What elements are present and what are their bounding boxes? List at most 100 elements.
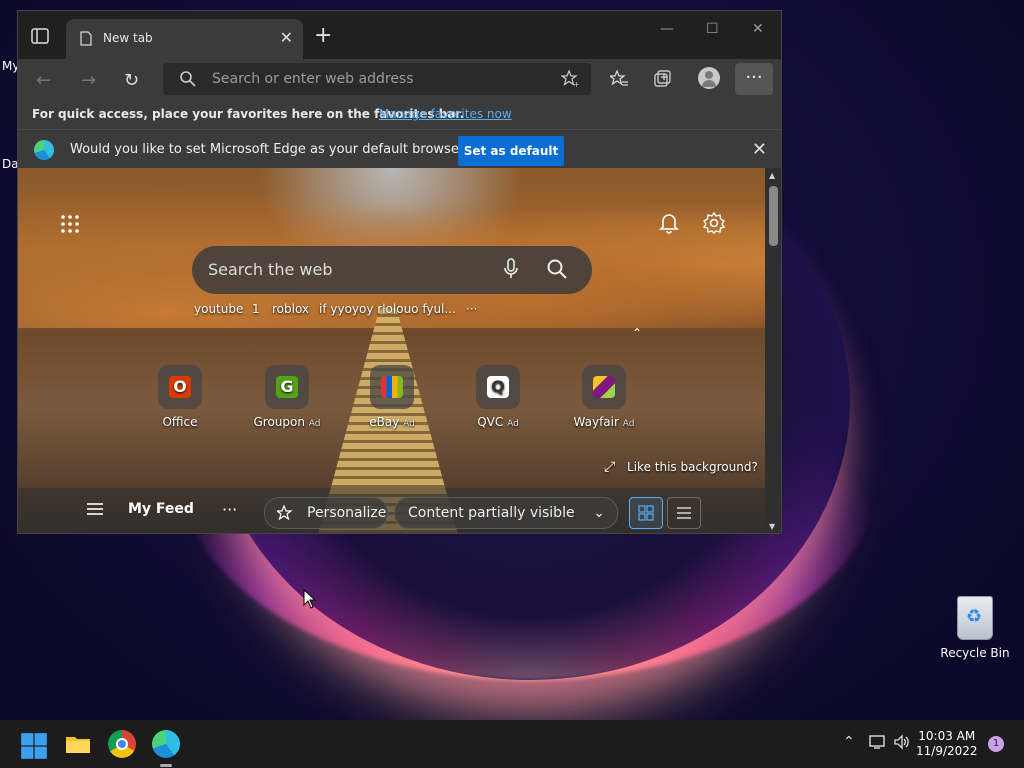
- profile-avatar[interactable]: [698, 67, 720, 89]
- svg-text:+: +: [573, 80, 579, 88]
- window-close-icon[interactable]: ✕: [752, 21, 764, 37]
- feed-bar: My Feed ··· Personalize Content partiall…: [18, 488, 765, 533]
- content-visibility-value: Content partially visible: [408, 505, 575, 521]
- tab-close-icon[interactable]: ✕: [280, 28, 293, 47]
- collapse-chevron-up-icon[interactable]: ⌃: [632, 326, 642, 340]
- qvc-icon: Q: [476, 365, 520, 409]
- file-explorer-folder-icon[interactable]: [64, 730, 92, 758]
- address-bar[interactable]: Search or enter web address +: [163, 63, 591, 95]
- personalize-label: Personalize: [307, 505, 387, 521]
- list-view-button[interactable]: [667, 497, 701, 529]
- microphone-icon[interactable]: [504, 258, 518, 280]
- default-browser-infobar: Would you like to set Microsoft Edge as …: [18, 129, 781, 171]
- quick-link-label: QVC: [477, 415, 504, 429]
- scrollbar-thumb[interactable]: [769, 186, 778, 246]
- active-app-indicator: [160, 764, 172, 767]
- groupon-icon: G: [265, 365, 309, 409]
- back-arrow-icon[interactable]: ←: [36, 70, 51, 91]
- notification-count-badge[interactable]: 1: [988, 736, 1004, 752]
- favorites-bar: For quick access, place your favorites h…: [18, 99, 781, 129]
- wayfair-icon: [582, 365, 626, 409]
- chrome-icon[interactable]: [108, 730, 136, 758]
- scroll-up-arrow-icon[interactable]: ▲: [769, 171, 775, 180]
- page-settings-gear-icon[interactable]: [703, 212, 725, 234]
- manage-favorites-link[interactable]: Manage favorites now: [379, 107, 512, 121]
- scroll-down-arrow-icon[interactable]: ▼: [769, 522, 775, 531]
- clock-date: 11/9/2022: [916, 744, 978, 758]
- taskbar: ⌃ 10:03 AM 11/9/2022 1: [0, 720, 1024, 768]
- quick-link-label: Wayfair: [573, 415, 619, 429]
- recycle-bin-icon: ♻: [957, 596, 993, 640]
- personalize-pen-star-icon: [277, 505, 293, 521]
- my-feed-tab[interactable]: My Feed: [128, 501, 194, 517]
- settings-and-more-button[interactable]: ···: [735, 63, 773, 95]
- grid-view-button[interactable]: [629, 497, 663, 529]
- recent-search-item[interactable]: if yyoyoy rlolouo fyul...: [319, 302, 456, 316]
- quick-link-wayfair[interactable]: Wayfair Ad: [559, 365, 649, 429]
- grid-view-icon: [638, 505, 654, 521]
- web-search-placeholder: Search the web: [208, 260, 333, 279]
- network-icon[interactable]: [868, 734, 886, 750]
- notifications-bell-icon[interactable]: [659, 212, 679, 234]
- ad-badge: Ad: [308, 419, 321, 429]
- set-as-default-button[interactable]: Set as default: [458, 136, 564, 166]
- edge-logo-icon: [34, 140, 54, 160]
- forward-arrow-icon[interactable]: →: [81, 70, 96, 91]
- quick-link-label: eBay: [369, 415, 400, 429]
- refresh-icon[interactable]: ↻: [124, 70, 139, 91]
- add-favorite-star-icon[interactable]: +: [561, 70, 579, 88]
- content-visibility-dropdown[interactable]: Content partially visible ⌄: [394, 497, 618, 529]
- maximize-icon[interactable]: ☐: [706, 21, 719, 37]
- recent-search-item[interactable]: youtube: [194, 302, 243, 316]
- minimize-icon[interactable]: —: [660, 21, 674, 37]
- feed-more-button[interactable]: ···: [222, 500, 237, 519]
- show-hidden-icons-chevron-icon[interactable]: ⌃: [843, 734, 855, 750]
- web-search-input[interactable]: Search the web: [192, 246, 592, 294]
- edge-window[interactable]: New tab ✕ + — ☐ ✕ ← → ↻ Search or enter …: [17, 10, 782, 534]
- app-launcher-icon[interactable]: [60, 214, 80, 234]
- search-submit-icon[interactable]: [546, 258, 568, 280]
- hamburger-menu-icon[interactable]: [86, 502, 104, 516]
- mouse-cursor-icon: [303, 589, 317, 609]
- volume-icon[interactable]: [893, 734, 911, 750]
- new-tab-page: Search the web youtube 1 roblox if yyoyo…: [18, 168, 765, 533]
- quick-link-label: Office: [162, 415, 198, 429]
- quick-link-label: Groupon: [253, 415, 305, 429]
- chevron-down-icon: ⌄: [593, 505, 605, 521]
- address-placeholder: Search or enter web address: [212, 71, 414, 87]
- quick-link-qvc[interactable]: Q QVC Ad: [453, 365, 543, 429]
- quick-link-ebay[interactable]: eBay Ad: [347, 365, 437, 429]
- collections-icon[interactable]: [654, 70, 672, 88]
- like-background-button[interactable]: ⤢ Like this background?: [604, 459, 758, 475]
- quick-link-office[interactable]: O Office: [135, 365, 225, 429]
- start-windows-icon[interactable]: [20, 732, 48, 760]
- toolbar: ← → ↻ Search or enter web address +: [18, 59, 781, 99]
- expand-arrows-icon: ⤢: [604, 459, 616, 475]
- default-browser-question: Would you like to set Microsoft Edge as …: [70, 142, 472, 157]
- personalize-button[interactable]: Personalize: [264, 497, 388, 529]
- list-view-icon: [677, 507, 691, 519]
- edge-taskbar-icon[interactable]: [152, 730, 180, 758]
- ad-badge: Ad: [622, 419, 635, 429]
- recycle-bin[interactable]: ♻ Recycle Bin: [940, 596, 1010, 660]
- search-icon: [180, 71, 196, 87]
- ebay-bag-icon: [370, 365, 414, 409]
- page-scrollbar[interactable]: ▲ ▼: [765, 168, 781, 533]
- tab-actions-icon[interactable]: [30, 27, 52, 45]
- like-background-label: Like this background?: [627, 460, 758, 474]
- recycle-bin-label: Recycle Bin: [940, 646, 1010, 660]
- office-icon: O: [158, 365, 202, 409]
- system-clock[interactable]: 10:03 AM 11/9/2022: [916, 729, 978, 759]
- tab-title: New tab: [103, 31, 153, 45]
- recent-search-item[interactable]: 1: [252, 302, 260, 316]
- recent-search-item[interactable]: roblox: [272, 302, 309, 316]
- clock-time: 10:03 AM: [918, 729, 976, 743]
- quick-link-groupon[interactable]: G Groupon Ad: [242, 365, 332, 429]
- ad-badge: Ad: [403, 419, 415, 429]
- tab-new-tab[interactable]: New tab ✕: [66, 19, 303, 59]
- new-tab-plus-icon[interactable]: +: [314, 23, 332, 48]
- favorites-icon[interactable]: [610, 70, 628, 88]
- infobar-close-icon[interactable]: ✕: [752, 139, 767, 160]
- recent-searches-more[interactable]: ···: [466, 302, 477, 316]
- tab-strip: New tab ✕ + — ☐ ✕: [18, 11, 781, 59]
